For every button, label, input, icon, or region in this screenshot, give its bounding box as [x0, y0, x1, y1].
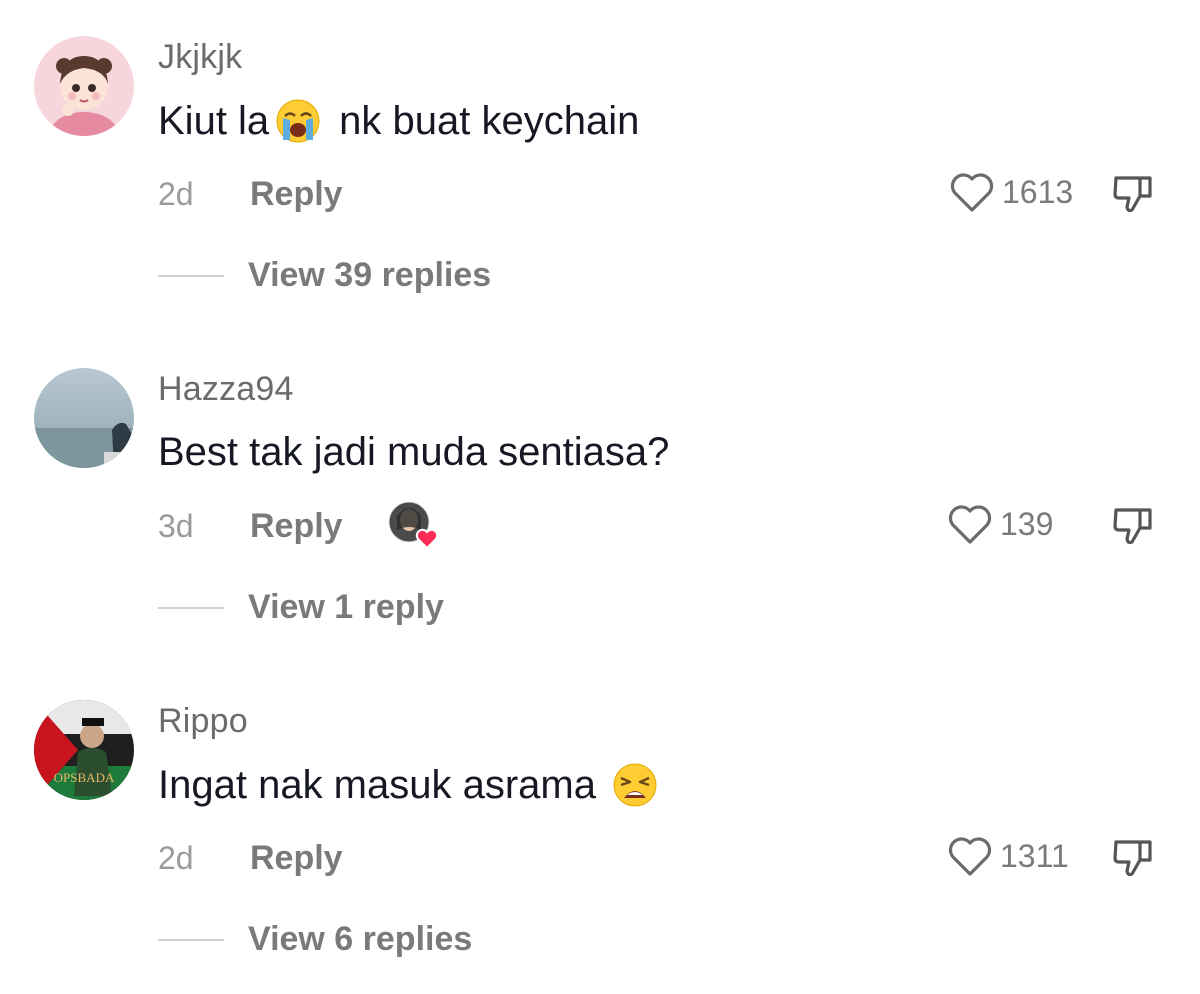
- creator-liked-badge: [387, 500, 439, 552]
- thumbs-down-icon: [1113, 840, 1152, 877]
- comment-text-part: Kiut la: [158, 98, 270, 143]
- dislike-button[interactable]: [1110, 836, 1156, 880]
- like-count: 139: [1000, 505, 1054, 542]
- comment-text-part: nk buat keychain: [339, 98, 640, 143]
- avatar-banner-text: OPSBADA: [54, 770, 115, 785]
- comment-meta: 2d Reply: [158, 174, 343, 214]
- avatar[interactable]: OPSBADA: [34, 700, 134, 800]
- heart-outline-icon: [948, 505, 992, 544]
- divider: [158, 938, 224, 941]
- like-count: 1311: [1000, 837, 1069, 874]
- comment-text: Kiut la nk buat keychain: [158, 98, 639, 144]
- comment-meta: 3d Reply: [158, 501, 439, 550]
- like-count: 1613: [1002, 173, 1074, 210]
- username[interactable]: Jkjkjk: [158, 38, 242, 77]
- view-replies-button[interactable]: View 39 replies: [158, 256, 491, 295]
- loudly-crying-face-icon: [275, 98, 321, 144]
- divider: [158, 606, 224, 609]
- username[interactable]: Rippo: [158, 702, 248, 741]
- heart-outline-icon: [948, 837, 992, 876]
- thumbs-down-icon: [1113, 176, 1152, 213]
- dislike-button[interactable]: [1110, 172, 1156, 216]
- view-replies-label: View 1 reply: [248, 588, 444, 626]
- like-button[interactable]: 1613: [948, 170, 1073, 214]
- divider: [158, 274, 224, 277]
- avatar[interactable]: [34, 36, 134, 136]
- dislike-button[interactable]: [1110, 504, 1156, 548]
- heart-outline-icon: [950, 173, 994, 212]
- reply-button[interactable]: Reply: [250, 507, 343, 546]
- comment-item: OPSBADA Rippo Ingat nak masuk asrama 2d …: [0, 664, 1200, 994]
- view-replies-label: View 39 replies: [248, 256, 492, 294]
- reply-button[interactable]: Reply: [250, 839, 343, 878]
- avatar-cartoon-girl-image: [34, 36, 134, 136]
- comment-item: Jkjkjk Kiut la nk buat keychain 2d Reply…: [0, 0, 1200, 330]
- comment-text: Best tak jadi muda sentiasa?: [158, 430, 669, 475]
- avatar-palestine-flag-image: OPSBADA: [34, 700, 134, 800]
- comment-meta: 2d Reply: [158, 838, 343, 878]
- comment-text-part: Ingat nak masuk asrama: [158, 762, 596, 807]
- comment-item: Hazza94 Best tak jadi muda sentiasa? 3d …: [0, 332, 1200, 662]
- view-replies-button[interactable]: View 1 reply: [158, 588, 444, 627]
- thumbs-down-icon: [1113, 508, 1152, 545]
- like-button[interactable]: 1311: [946, 834, 1069, 878]
- timestamp: 2d: [158, 175, 194, 212]
- weary-face-icon: [612, 762, 658, 808]
- comment-text-part: Best tak jadi muda sentiasa?: [158, 430, 670, 474]
- view-replies-button[interactable]: View 6 replies: [158, 920, 472, 959]
- avatar-seascape-image: [34, 368, 134, 468]
- comment-text: Ingat nak masuk asrama: [158, 762, 664, 808]
- view-replies-label: View 6 replies: [248, 920, 473, 958]
- timestamp: 2d: [158, 839, 194, 876]
- like-button[interactable]: 139: [946, 502, 1053, 546]
- username[interactable]: Hazza94: [158, 370, 294, 409]
- reply-button[interactable]: Reply: [250, 175, 343, 214]
- avatar[interactable]: [34, 368, 134, 468]
- timestamp: 3d: [158, 507, 194, 544]
